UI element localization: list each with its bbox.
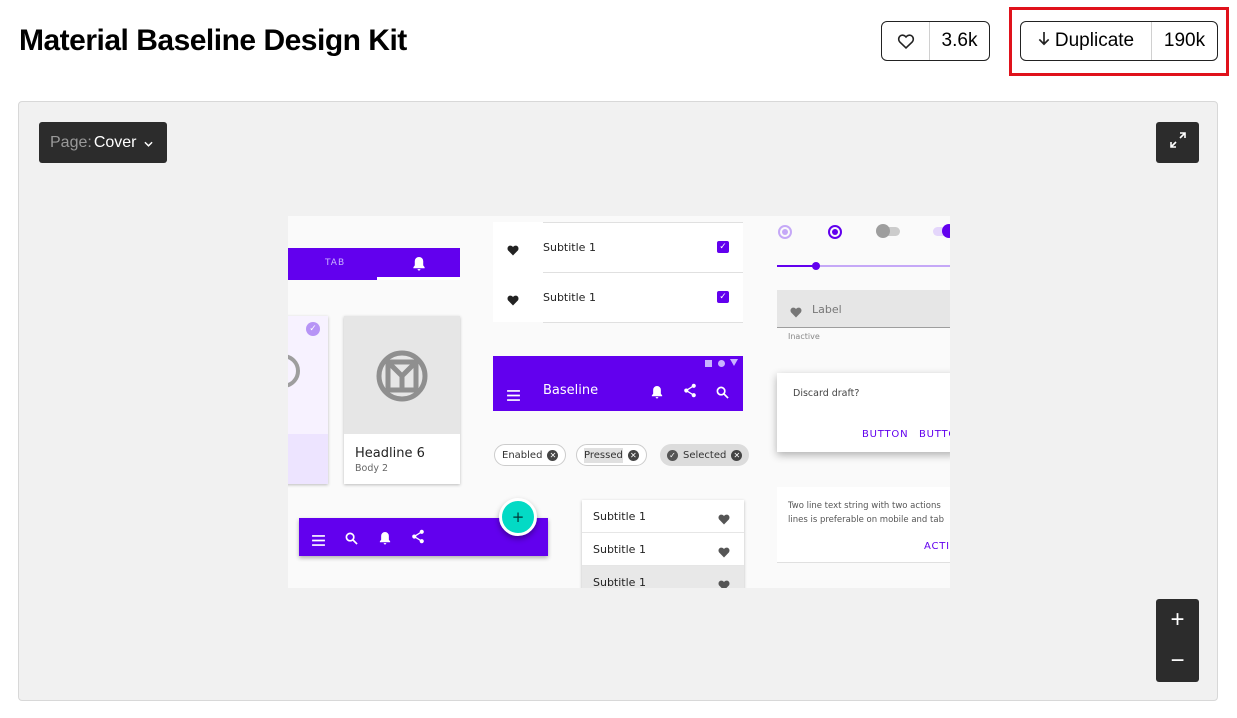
app-bar-title: Baseline xyxy=(543,383,599,398)
menu-icon xyxy=(507,386,520,405)
menu-item-label: Subtitle 1 xyxy=(593,510,646,523)
heart-icon xyxy=(506,241,520,260)
like-count: 3.6k xyxy=(941,30,978,51)
list-item[interactable]: Subtitle 1 xyxy=(582,500,744,533)
share-icon xyxy=(411,529,425,548)
page-selector-label: Page: xyxy=(50,133,92,151)
menu-item-label: Subtitle 1 xyxy=(593,576,646,588)
radio-selected[interactable] xyxy=(828,225,842,239)
banner-text: Two line text string with two actions xyxy=(788,501,941,511)
fab-label: + xyxy=(511,508,525,526)
design-canvas[interactable]: TAB ✓ Headline 6 Body 2 + Subtitle 1 ✓ S… xyxy=(288,216,950,588)
switch-on[interactable] xyxy=(933,224,950,238)
duplicate-count: 190k xyxy=(1163,30,1206,51)
checkbox-icon[interactable]: ✓ xyxy=(717,241,729,253)
check-icon: ✓ xyxy=(667,449,678,461)
file-preview-viewer[interactable]: Page: Cover + − TAB ✓ Headline 6 Body 2 … xyxy=(18,101,1218,701)
tab-label: TAB xyxy=(325,258,346,268)
chip-label: Selected xyxy=(683,449,727,461)
dialog-text: Discard draft? xyxy=(793,388,860,399)
tab-bar: TAB xyxy=(288,248,460,280)
chip-pressed[interactable]: Pressed ✕ xyxy=(576,444,647,466)
close-icon[interactable]: ✕ xyxy=(547,449,559,461)
close-icon[interactable]: ✕ xyxy=(627,449,639,461)
material-logo-icon xyxy=(375,349,429,407)
dialog-button[interactable]: BUTTON xyxy=(862,429,908,440)
zoom-controls: + − xyxy=(1156,599,1199,682)
page-title: Material Baseline Design Kit xyxy=(19,24,407,57)
chip-selected[interactable]: ✓ Selected ✕ xyxy=(660,444,750,466)
media-card: Headline 6 Body 2 xyxy=(344,316,460,484)
text-field-label: Label xyxy=(812,303,842,316)
checkbox-icon[interactable]: ✓ xyxy=(717,291,729,303)
search-icon xyxy=(345,530,358,549)
arrow-down-icon xyxy=(1038,30,1050,52)
expand-icon xyxy=(1169,131,1187,154)
switch-off[interactable] xyxy=(876,224,900,238)
slider[interactable] xyxy=(777,262,950,270)
radio-unselected[interactable] xyxy=(778,225,792,239)
close-icon[interactable]: ✕ xyxy=(731,449,743,461)
fab-button[interactable]: + xyxy=(499,498,537,536)
card-body: Body 2 xyxy=(355,463,389,474)
list-item[interactable]: Subtitle 1 xyxy=(582,533,744,566)
expand-button[interactable] xyxy=(1156,122,1199,163)
duplicate-button[interactable]: Duplicate 190k xyxy=(1020,21,1218,61)
heart-icon xyxy=(882,22,930,60)
page-selector-value: Cover xyxy=(93,133,137,151)
chip-label: Enabled xyxy=(502,449,543,461)
dialog: Discard draft? BUTTON BUTTO xyxy=(777,373,950,452)
duplicate-label: Duplicate xyxy=(1054,30,1135,51)
selected-card: ✓ xyxy=(288,316,328,484)
heart-icon xyxy=(789,303,803,322)
heart-icon xyxy=(506,291,520,310)
bell-icon xyxy=(412,256,426,275)
list-item-label: Subtitle 1 xyxy=(543,291,596,304)
checkbox-list: Subtitle 1 ✓ Subtitle 1 ✓ xyxy=(493,222,743,323)
banner-action[interactable]: ACTIO xyxy=(924,541,950,552)
chip-enabled[interactable]: Enabled ✕ xyxy=(494,444,567,466)
page-selector[interactable]: Page: Cover xyxy=(39,122,167,163)
chevron-down-icon xyxy=(143,134,153,152)
zoom-in-button[interactable]: + xyxy=(1156,599,1199,640)
heart-icon xyxy=(717,576,731,588)
menu-item-label: Subtitle 1 xyxy=(593,543,646,556)
text-field-helper: Inactive xyxy=(788,332,820,341)
menu-icon xyxy=(312,531,325,550)
dialog-button[interactable]: BUTTO xyxy=(919,429,950,440)
chip-label: Pressed xyxy=(584,447,623,463)
banner: Two line text string with two actions li… xyxy=(777,487,950,563)
banner-text: lines is preferable on mobile and tab xyxy=(788,515,944,525)
bell-icon xyxy=(379,530,391,549)
text-field[interactable]: Label xyxy=(777,290,950,328)
search-icon xyxy=(716,384,729,403)
like-button[interactable]: 3.6k xyxy=(881,21,990,61)
bell-icon xyxy=(651,384,663,403)
top-app-bar: Baseline xyxy=(493,356,743,411)
zoom-out-button[interactable]: − xyxy=(1156,640,1199,681)
heart-icon xyxy=(717,543,731,562)
check-icon: ✓ xyxy=(306,322,320,336)
menu-list: Subtitle 1 Subtitle 1 Subtitle 1 xyxy=(582,500,744,588)
list-item[interactable]: Subtitle 1 xyxy=(582,566,744,588)
list-item-label: Subtitle 1 xyxy=(543,241,596,254)
share-icon xyxy=(683,383,697,402)
heart-icon xyxy=(717,510,731,529)
card-headline: Headline 6 xyxy=(355,446,425,461)
